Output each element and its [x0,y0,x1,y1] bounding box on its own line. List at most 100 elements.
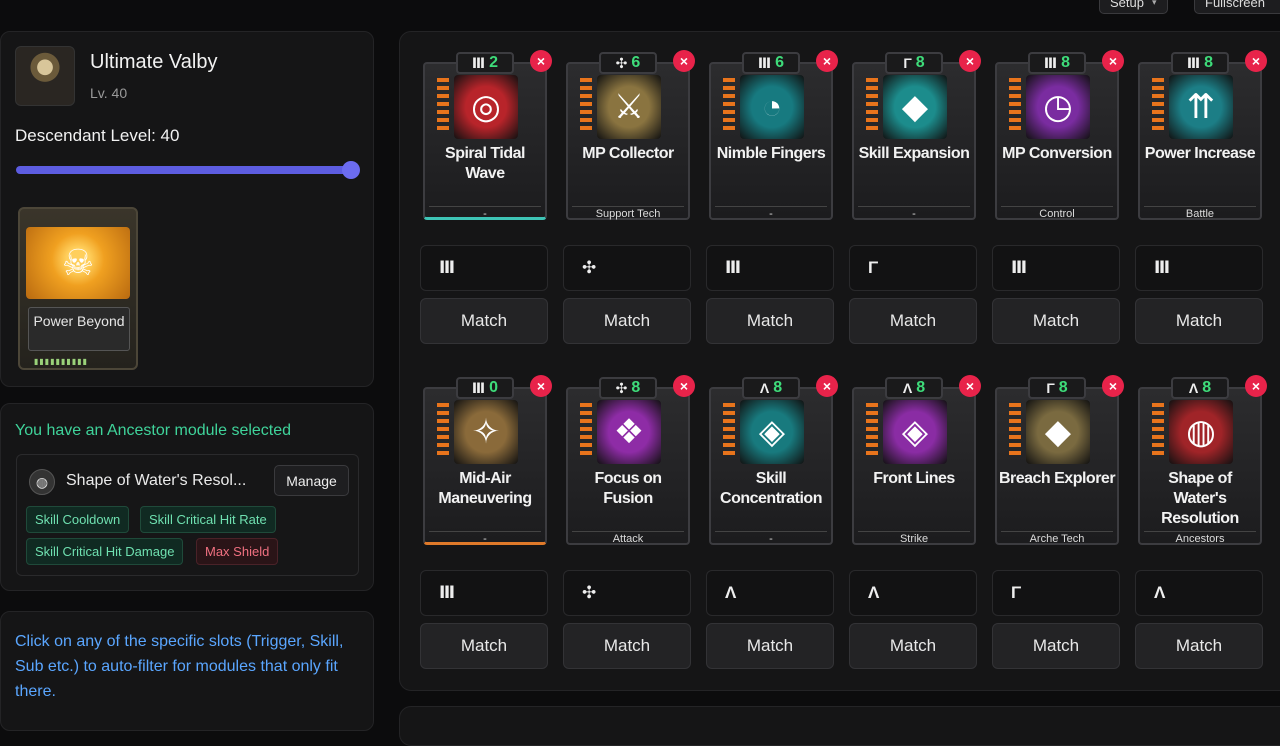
remove-icon[interactable]: × [816,375,838,397]
match-button[interactable]: Match [1135,298,1263,344]
match-button[interactable]: Match [992,298,1120,344]
ancestor-module-box: ◍ Shape of Water's Resol... Manage Skill… [16,454,359,576]
socket-icon: ✣ [582,583,597,602]
module-name: MP Collector [582,145,674,162]
module-card[interactable]: Ⅲ 8 ◷ MP Conversion Control × [995,50,1124,224]
slot-socket-filter[interactable]: Λ [1135,570,1263,616]
match-button[interactable]: Match [992,623,1120,669]
match-button[interactable]: Match [420,298,548,344]
remove-icon[interactable]: × [816,50,838,72]
character-name: Ultimate Valby [90,51,218,73]
ancestor-card[interactable]: ☠ Power Beyond ▮▮▮▮▮▮▮▮▮▮ [18,207,138,370]
module-card[interactable]: Ⅲ 6 ◔ Nimble Fingers - × [709,50,838,224]
water-shell-icon: ◍ [1169,400,1233,464]
ancestor-card-label: Power Beyond [28,307,130,351]
slot-socket-filter[interactable]: Γ [992,570,1120,616]
slot-socket-filter[interactable]: Λ [706,570,834,616]
socket-icon: Λ [725,583,737,602]
module-name: Focus on Fusion [594,470,662,507]
socket-icon: Ⅲ [471,379,486,396]
diamond-burst-icon: ◆ [883,75,947,139]
match-button[interactable]: Match [563,298,691,344]
module-name: Skill Concentration [720,470,822,507]
socket-icon: Ⅲ [1186,54,1201,71]
remove-icon[interactable]: × [673,375,695,397]
socket-icon: Ⅲ [725,258,742,277]
slider-knob[interactable] [342,161,360,179]
capacity-bars [1152,403,1164,459]
capacity-bars [866,403,878,459]
setup-label: Setup [1110,0,1144,10]
match-button[interactable]: Match [420,623,548,669]
match-button[interactable]: Match [706,623,834,669]
match-button[interactable]: Match [706,298,834,344]
spiral-wave-icon: ◎ [454,75,518,139]
match-button[interactable]: Match [1135,623,1263,669]
module-card[interactable]: Γ 8 ◆ Breach Explorer Arche Tech × [995,375,1124,549]
module-type: Ancestors [1144,531,1256,545]
module-card[interactable]: Λ 8 ◈ Front Lines Strike × [852,375,981,549]
capacity-bars [1009,78,1021,134]
module-name: Spiral Tidal Wave [445,145,525,182]
slot-socket-filter[interactable]: Γ [849,245,977,291]
capacity-bars [580,78,592,134]
socket-icon: Ⅲ [471,54,486,71]
descendant-level-slider[interactable] [16,161,360,179]
module-type: Attack [572,531,684,545]
remove-icon[interactable]: × [1102,375,1124,397]
module-type: Support Tech [572,206,684,220]
remove-icon[interactable]: × [959,375,981,397]
remove-icon[interactable]: × [530,50,552,72]
slot-socket-filter[interactable]: Ⅲ [420,245,548,291]
module-card[interactable]: Ⅲ 8 ⇈ Power Increase Battle × [1138,50,1267,224]
cost-value: 8 [1202,379,1212,396]
diamond-grid-icon: ◈ [740,400,804,464]
claw-icon: ⚔ [597,75,661,139]
socket-icon: Λ [759,380,770,396]
module-type: Strike [858,531,970,545]
module-card[interactable]: Ⅲ 0 ✧ Mid-Air Maneuvering - × [423,375,552,549]
chevron-down-icon: ▾ [1151,0,1157,7]
module-cost: ✣ 6 [599,52,657,74]
ancestor-module-name: Shape of Water's Resol... [66,472,247,489]
capacity-bars [437,78,449,134]
module-cost: Λ8 [1171,377,1229,399]
match-button[interactable]: Match [849,298,977,344]
socket-icon: ✣ [615,379,628,396]
match-button[interactable]: Match [849,623,977,669]
slot-socket-filter[interactable]: Ⅲ [706,245,834,291]
slot-socket-filter[interactable]: Ⅲ [992,245,1120,291]
setup-dropdown[interactable]: Setup ▾ [1099,0,1168,14]
fullscreen-button[interactable]: Fullscreen [1194,0,1280,14]
remove-icon[interactable]: × [530,375,552,397]
module-card[interactable]: ✣ 8 ❖ Focus on Fusion Attack × [566,375,695,549]
ring-diamond-icon: ◆ [1026,400,1090,464]
remove-icon[interactable]: × [673,50,695,72]
module-name: Breach Explorer [998,470,1116,487]
module-name: Skill Expansion [858,145,970,162]
slot-socket-filter[interactable]: ✣ [563,570,691,616]
cost-value: 6 [775,54,785,71]
module-cost: Γ8 [1028,377,1086,399]
remove-icon[interactable]: × [1102,50,1124,72]
module-card[interactable]: ✣ 6 ⚔ MP Collector Support Tech × [566,50,695,224]
remove-icon[interactable]: × [959,50,981,72]
module-type: - [429,531,541,545]
module-card[interactable]: Λ 8 ◈ Skill Concentration - × [709,375,838,549]
slot-socket-filter[interactable]: Ⅲ [420,570,548,616]
remove-icon[interactable]: × [1245,50,1267,72]
slot-socket-filter[interactable]: Λ [849,570,977,616]
module-card[interactable]: Γ 8 ◆ Skill Expansion - × [852,50,981,224]
module-cost: Λ8 [742,377,800,399]
card-pips: ▮▮▮▮▮▮▮▮▮▮ [34,357,89,366]
slot-socket-filter[interactable]: ✣ [563,245,691,291]
match-button[interactable]: Match [563,623,691,669]
manage-button[interactable]: Manage [274,465,349,496]
module-name: Mid-Air Maneuvering [438,470,532,507]
module-card[interactable]: Λ 8 ◍ Shape of Water's Resolution Ancestors × [1138,375,1267,549]
remove-icon[interactable]: × [1245,375,1267,397]
slot-socket-filter[interactable]: Ⅲ [1135,245,1263,291]
module-card[interactable]: Ⅲ 2 ◎ Spiral Tidal Wave - × [423,50,552,224]
module-name: Power Increase [1144,145,1256,162]
socket-icon: Λ [902,380,913,396]
